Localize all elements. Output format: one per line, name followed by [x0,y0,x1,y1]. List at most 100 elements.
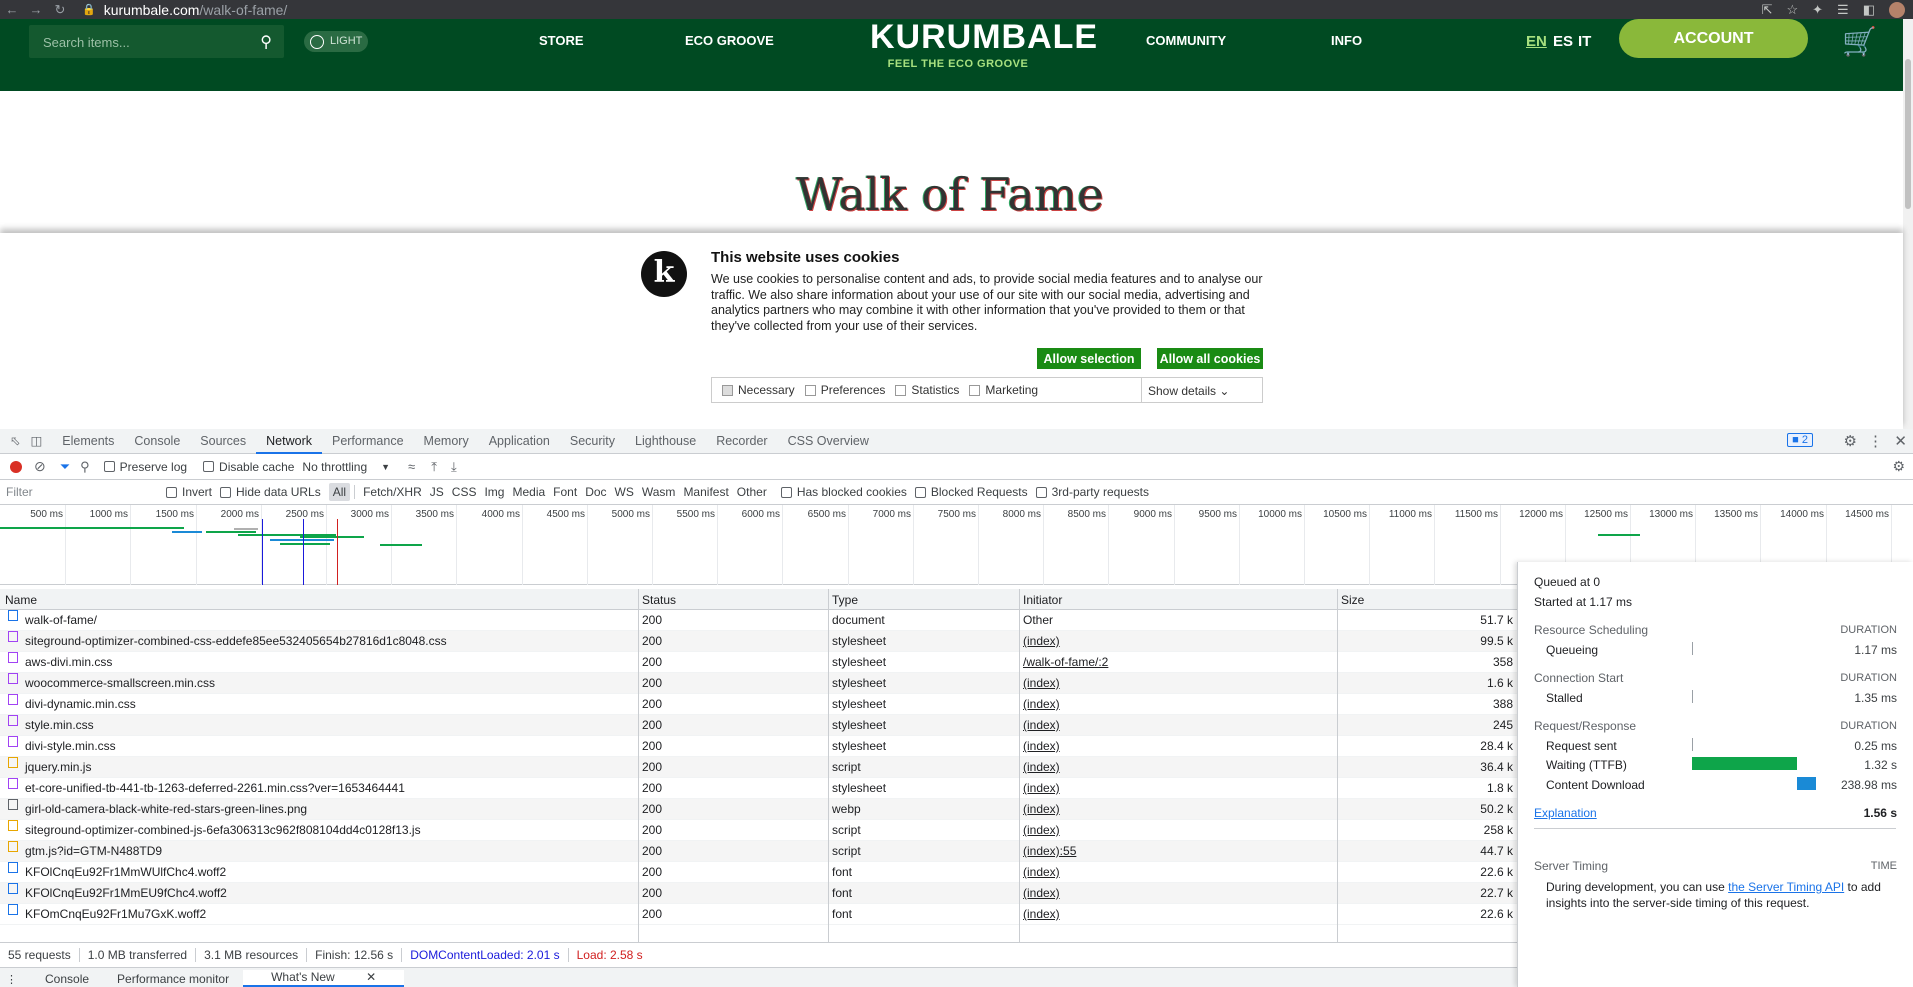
request-initiator[interactable]: /walk-of-fame/:2 [1023,652,1108,672]
tab-application[interactable]: Application [479,429,560,454]
extensions-icon[interactable]: ✦ [1812,2,1823,18]
table-row[interactable]: divi-style.min.css 200 stylesheet (index) 28… [0,736,1517,757]
request-initiator[interactable]: (index) [1023,673,1060,693]
allow-selection-button[interactable]: Allow selection [1037,348,1141,369]
type-filter-manifest[interactable]: Manifest [679,483,732,501]
lang-en[interactable]: EN [1526,33,1547,50]
column-type[interactable]: Type [832,593,858,607]
side-panel-icon[interactable]: ◧ [1863,2,1875,18]
drawer-menu-icon[interactable]: ⋮ [0,973,31,987]
network-conditions-icon[interactable]: ≈ [408,459,415,474]
request-initiator[interactable]: (index) [1023,820,1060,840]
request-initiator[interactable]: (index) [1023,631,1060,651]
scrollbar-thumb[interactable] [1905,59,1911,209]
account-button[interactable]: ACCOUNT [1619,19,1808,58]
request-initiator[interactable]: (index) [1023,736,1060,756]
theme-toggle[interactable]: LIGHT [304,31,368,52]
site-search-input[interactable]: Search items... ⚲ [29,25,284,58]
tab-security[interactable]: Security [560,429,625,454]
table-row[interactable]: KFOmCnqEu92Fr1Mu7GxK.woff2 200 font (index)… [0,904,1517,925]
drawer-tab-console[interactable]: Console [31,972,103,987]
page-scrollbar[interactable] [1903,19,1913,429]
type-filter-doc[interactable]: Doc [581,483,610,501]
export-har-icon[interactable]: ⤓ [451,459,457,475]
table-row[interactable]: KFOlCnqEu92Fr1MmWUlfChc4.woff2 200 font (in… [0,862,1517,883]
forward-icon[interactable]: → [24,2,48,17]
column-status[interactable]: Status [642,593,676,607]
request-initiator[interactable]: (index):55 [1023,841,1076,861]
request-initiator[interactable]: (index) [1023,904,1060,924]
more-options-icon[interactable]: ⋮ [1868,432,1883,450]
issues-badge[interactable]: ■ 2 [1787,433,1813,447]
filter-icon[interactable]: ⏷ [60,459,70,475]
type-filter-other[interactable]: Other [733,483,771,501]
record-icon[interactable] [10,460,22,473]
request-initiator[interactable]: (index) [1023,799,1060,819]
tab-sources[interactable]: Sources [190,429,256,454]
column-name[interactable]: Name [5,593,37,607]
back-icon[interactable]: ← [0,2,24,17]
request-initiator[interactable]: (index) [1023,778,1060,798]
throttling-select[interactable]: No throttling ▼ [302,460,390,474]
nav-eco-groove[interactable]: ECO GROOVE [685,33,774,48]
request-initiator[interactable]: (index) [1023,757,1060,777]
media-icon[interactable]: ☰ [1837,2,1849,18]
import-har-icon[interactable]: ⤒ [431,459,437,475]
nav-store[interactable]: STORE [539,33,584,48]
table-row[interactable]: style.min.css 200 stylesheet (index) 245 [0,715,1517,736]
profile-avatar[interactable] [1889,1,1905,18]
request-initiator[interactable]: (index) [1023,715,1060,735]
close-icon[interactable]: ✕ [352,970,390,985]
necessary-checkbox[interactable]: Necessary [722,383,795,397]
server-timing-api-link[interactable]: the Server Timing API [1728,880,1844,894]
lang-es[interactable]: ES [1553,33,1573,50]
inspect-icon[interactable]: ⬁ [0,429,26,454]
third-party-checkbox[interactable]: 3rd-party requests [1035,485,1149,499]
preserve-log-checkbox[interactable]: Preserve log [103,460,187,474]
table-row[interactable]: woocommerce-smallscreen.min.css 200 styles… [0,673,1517,694]
share-icon[interactable]: ⇱ [1762,2,1773,18]
allow-all-cookies-button[interactable]: Allow all cookies [1157,348,1263,369]
request-initiator[interactable]: (index) [1023,694,1060,714]
drawer-tab-whats-new[interactable]: What's New ✕ [243,970,405,987]
device-toggle-icon[interactable]: ◫ [26,429,52,454]
search-icon[interactable]: ⚲ [260,32,272,52]
column-initiator[interactable]: Initiator [1023,593,1062,607]
tab-performance[interactable]: Performance [322,429,414,454]
table-row[interactable]: gtm.js?id=GTM-N488TD9 200 script (index):55… [0,841,1517,862]
type-filter-wasm[interactable]: Wasm [638,483,680,501]
search-icon[interactable]: ⚲ [80,459,90,475]
blocked-requests-checkbox[interactable]: Blocked Requests [914,485,1028,499]
type-filter-img[interactable]: Img [480,483,508,501]
settings-gear-icon[interactable]: ⚙ [1844,432,1857,450]
show-details-link[interactable]: Show details ⌄ [1141,378,1229,402]
table-row[interactable]: walk-of-fame/200 document Other 51.7 k [0,610,1517,631]
table-row[interactable]: aws-divi.min.css 200 stylesheet/walk-of-fa… [0,652,1517,673]
column-size[interactable]: Size [1341,593,1364,607]
request-initiator[interactable]: (index) [1023,862,1060,882]
tab-network[interactable]: Network [256,429,322,454]
cart-icon[interactable]: 🛒 [1842,25,1877,58]
hide-data-urls-checkbox[interactable]: Hide data URLs [220,485,321,499]
type-filter-all[interactable]: All [328,483,351,501]
marketing-checkbox[interactable]: Marketing [969,383,1038,397]
clear-icon[interactable]: ⊘ [34,458,46,475]
type-filter-fetch-xhr[interactable]: Fetch/XHR [359,483,426,501]
close-icon[interactable]: ✕ [1894,432,1907,450]
type-filter-media[interactable]: Media [508,483,549,501]
table-row[interactable]: siteground-optimizer-combined-js-6efa306… [0,820,1517,841]
tab-recorder[interactable]: Recorder [706,429,777,454]
explanation-link[interactable]: Explanation [1534,806,1597,820]
table-row[interactable]: divi-dynamic.min.css 200 stylesheet (index)… [0,694,1517,715]
tab-css-overview[interactable]: CSS Overview [778,429,879,454]
has-blocked-cookies-checkbox[interactable]: Has blocked cookies [780,485,907,499]
type-filter-css[interactable]: CSS [448,483,481,501]
statistics-checkbox[interactable]: Statistics [895,383,959,397]
request-initiator[interactable]: (index) [1023,883,1060,903]
table-row[interactable]: girl-old-camera-black-white-red-stars-gr… [0,799,1517,820]
tab-elements[interactable]: Elements [52,429,124,454]
table-row[interactable]: et-core-unified-tb-441-tb-1263-deferred-… [0,778,1517,799]
table-row[interactable]: siteground-optimizer-combined-css-eddefe… [0,631,1517,652]
table-row[interactable]: KFOlCnqEu92Fr1MmEU9fChc4.woff2 200 font (in… [0,883,1517,904]
invert-checkbox[interactable]: Invert [166,485,212,499]
